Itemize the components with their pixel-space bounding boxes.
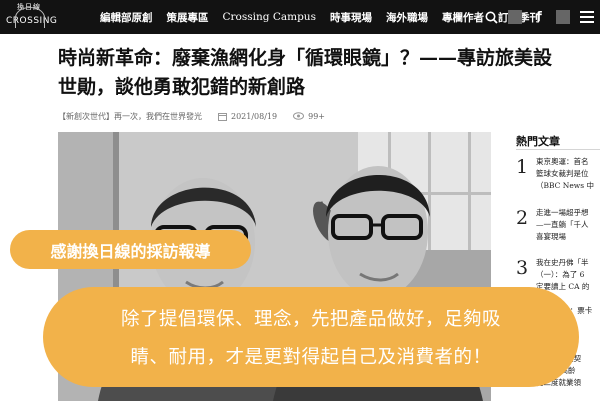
article-teaser: 我在史丹佛「半 （一）：為了 6 定要讀上 CA 的 [536, 258, 590, 291]
article-meta: 【新創次世代】再一次，我們在世界發光 2021/08/19 99+ [58, 109, 358, 123]
search-icon[interactable] [484, 10, 498, 24]
article-title: 時尚新革命：廢棄漁網化身「循環眼鏡」？——專訪旅美設 世勛，談他勇敢犯錯的新創路 [58, 44, 598, 102]
facebook-icon[interactable]: f [532, 10, 546, 25]
article-teaser: 東京奧運：首名 籃球女裁判是位 （BBC News 中 [536, 157, 594, 190]
eye-icon [293, 112, 305, 120]
nav-item-editorial[interactable]: 編輯部原創 [100, 10, 153, 25]
nav-item-current-affairs[interactable]: 時事現場 [330, 10, 372, 25]
calendar-icon [218, 112, 227, 121]
crossing-logo[interactable]: 換日線 CROSSING [6, 3, 57, 31]
sidebar-divider [516, 149, 600, 150]
main-menu: 編輯部原創 策展專區 Crossing Campus 時事現場 海外職場 專欄作… [100, 0, 540, 34]
nav-divider [508, 10, 522, 24]
nav-item-curation[interactable]: 策展專區 [167, 10, 209, 25]
article-title-line2: 世勛，談他勇敢犯錯的新創路 [58, 76, 306, 98]
nav-item-columnists[interactable]: 專欄作者 [442, 10, 484, 25]
nav-icons: f [484, 0, 594, 34]
sidebar-article[interactable]: 1 東京奧運：首名 籃球女裁判是位 （BBC News 中 [516, 156, 600, 200]
logo-arc [15, 7, 45, 28]
nav-item-campus[interactable]: Crossing Campus [223, 11, 316, 23]
sidebar-title: 熱門文章 [516, 135, 560, 148]
nav-divider [556, 10, 570, 24]
quote-line2: 睛、耐用，才是更對得起自己及消費者的！ [130, 347, 492, 368]
quote-bubble: 除了提倡環保、理念，先把產品做好，足夠吸 睛、耐用，才是更對得起自己及消費者的！ [43, 287, 579, 387]
article-title-line1: 時尚新革命：廢棄漁網化身「循環眼鏡」？——專訪旅美設 [58, 47, 553, 69]
view-count: 99+ [308, 111, 325, 121]
rank-number: 2 [516, 207, 529, 229]
publish-date: 2021/08/19 [231, 111, 278, 121]
thanks-tag: 感謝換日線的採訪報導 [10, 230, 251, 269]
sidebar-article[interactable]: 2 走進一場超乎想 —一直躺「千人 喜宴現場 [516, 207, 600, 251]
menu-icon[interactable] [580, 10, 594, 24]
nav-item-overseas-career[interactable]: 海外職場 [386, 10, 428, 25]
quote-line1: 除了提倡環保、理念，先把產品做好，足夠吸 [120, 309, 501, 330]
rank-number: 1 [516, 156, 529, 178]
rank-number: 3 [516, 257, 529, 279]
article-teaser: 走進一場超乎想 —一直躺「千人 喜宴現場 [536, 208, 589, 241]
top-navbar: 換日線 CROSSING 編輯部原創 策展專區 Crossing Campus … [0, 0, 600, 34]
column-link[interactable]: 【新創次世代】再一次，我們在世界發光 [58, 111, 202, 122]
